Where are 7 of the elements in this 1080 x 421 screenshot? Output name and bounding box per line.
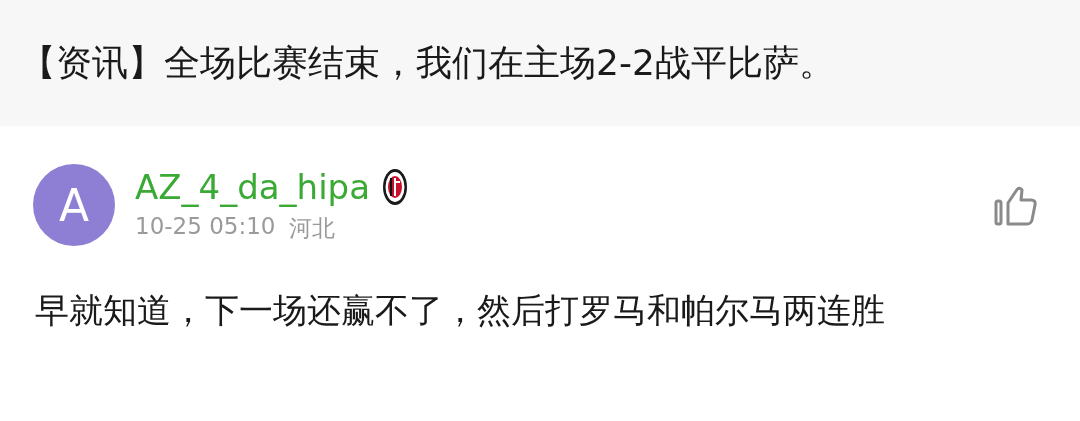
comment-location: 河北 [289, 213, 336, 243]
club-crest-icon [382, 167, 408, 206]
comment-text: 早就知道，下一场还赢不了，然后打罗马和帕尔马两连胜 [35, 289, 886, 332]
username[interactable]: AZ_4_da_hipa [135, 166, 370, 207]
headline: 【资讯】全场比赛结束，我们在主场2-2战平比萨。 [20, 40, 835, 85]
avatar[interactable]: A [33, 164, 115, 246]
comment-time: 10-25 05:10 [135, 212, 276, 241]
